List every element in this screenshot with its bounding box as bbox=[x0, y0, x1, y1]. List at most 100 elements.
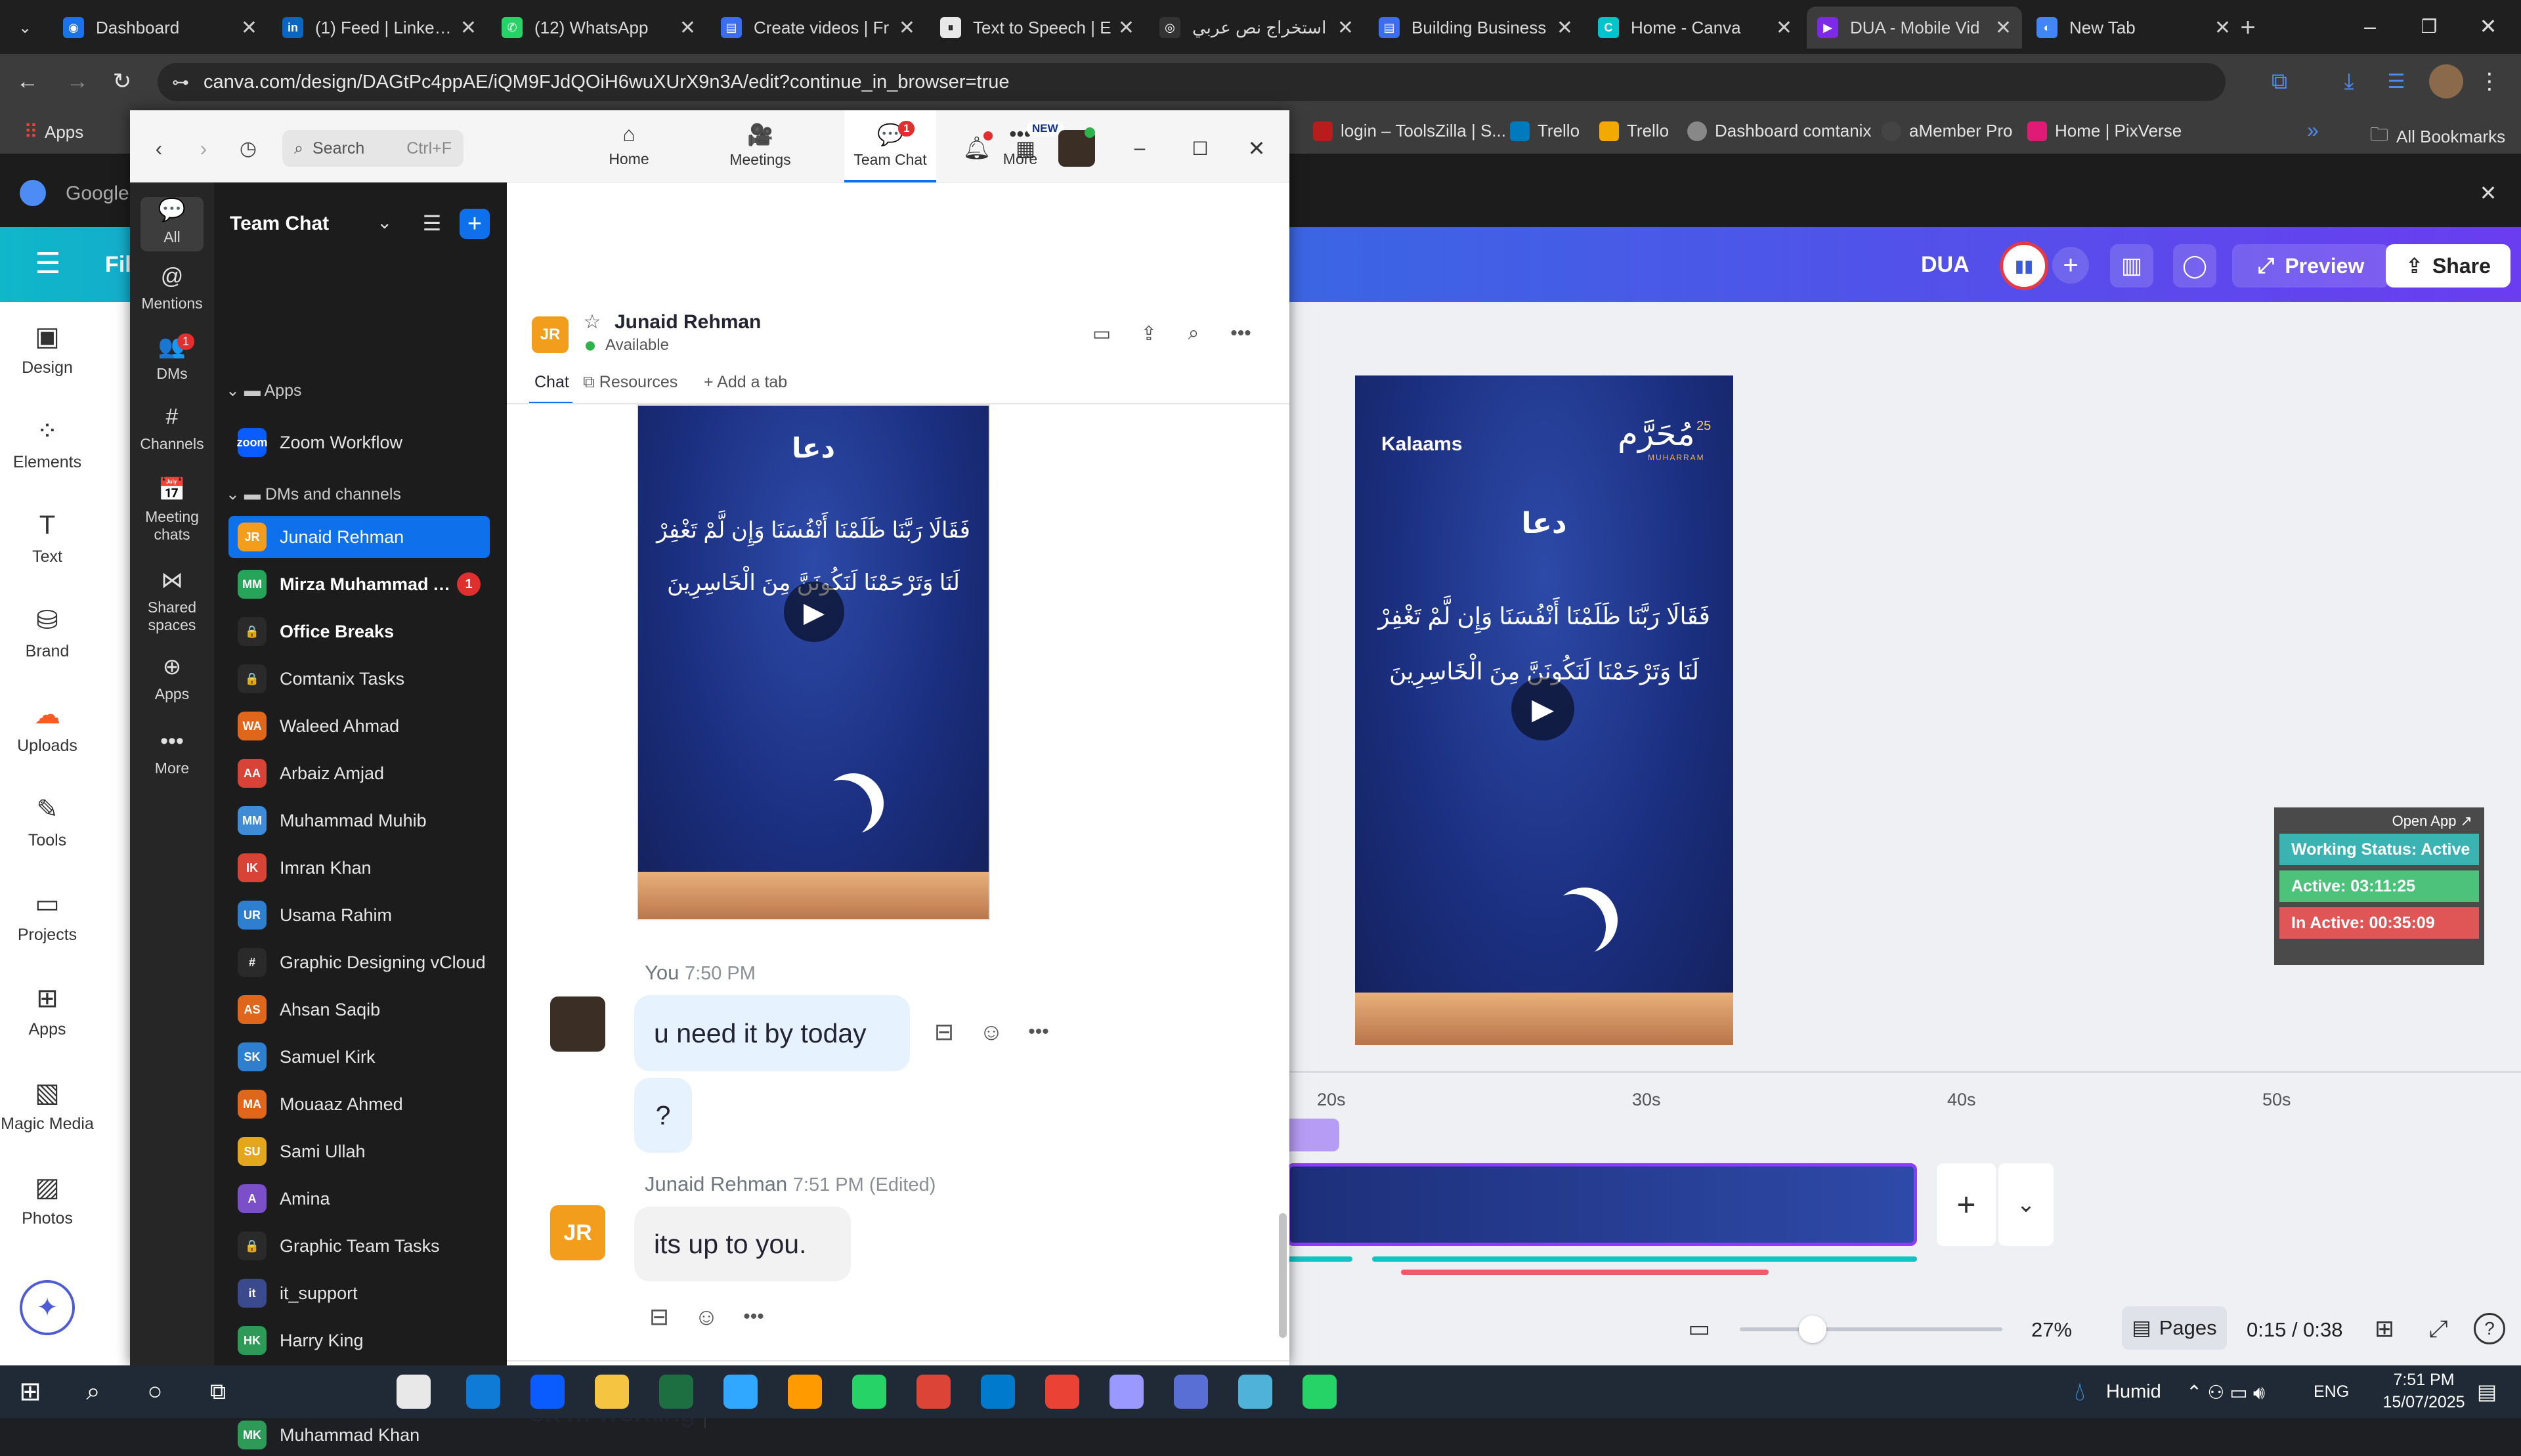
close-tab-icon[interactable]: ✕ bbox=[1776, 16, 1792, 39]
taskbar-app-icon[interactable] bbox=[397, 1375, 431, 1409]
browser-tab-7[interactable]: C Home - Canva ✕ bbox=[1587, 7, 1803, 49]
close-tab-icon[interactable]: ✕ bbox=[1337, 16, 1354, 39]
all-bookmarks[interactable]: 🗀 All Bookmarks bbox=[2370, 121, 2505, 152]
taskbar-app-icon[interactable] bbox=[1238, 1375, 1272, 1409]
back-arrow-icon[interactable]: ‹ bbox=[146, 135, 172, 161]
browser-tab-8[interactable]: ▶ DUA - Mobile Vid ✕ bbox=[1807, 7, 2022, 49]
bookmark-trello-1[interactable]: Trello bbox=[1510, 121, 1580, 141]
chat-item-office-breaks[interactable]: 🔒 Office Breaks bbox=[228, 610, 490, 653]
rail-shared-spaces[interactable]: ⋈ Shared spaces bbox=[130, 567, 214, 634]
bookmark-pixverse[interactable]: Home | PixVerse bbox=[2027, 121, 2182, 141]
chat-item-waleed-ahmad[interactable]: WA Waleed Ahmad bbox=[228, 705, 490, 747]
close-tab-icon[interactable]: ✕ bbox=[1557, 16, 1573, 39]
preview-button[interactable]: ⤢ Preview bbox=[2232, 244, 2390, 288]
address-bar[interactable]: ⊶ canva.com/design/DAGtPc4ppAE/iQM9FJdQO… bbox=[158, 63, 2226, 101]
chat-item-imran-khan[interactable]: IK Imran Khan bbox=[228, 847, 490, 889]
close-tab-icon[interactable]: ✕ bbox=[1995, 16, 2012, 39]
tab-add[interactable]: + Add a tab bbox=[704, 373, 787, 392]
notes-icon[interactable]: ▭ bbox=[1683, 1313, 1715, 1344]
reply-thread-icon[interactable]: ⊟ bbox=[927, 1015, 961, 1049]
canvas-dua-design[interactable]: Kalaams مُحَرَّم 25 MUHARRAM دعا فَقَالَ… bbox=[1355, 375, 1733, 1045]
contact-avatar[interactable]: JR bbox=[532, 316, 569, 353]
canva-panel-design[interactable]: ▣ Design bbox=[0, 322, 95, 377]
file-menu[interactable]: Fil bbox=[105, 252, 131, 278]
timeline-audio-clip[interactable] bbox=[1287, 1119, 1339, 1151]
chat-item-graphic-designing-vcloud[interactable]: # Graphic Designing vCloud bbox=[228, 941, 490, 983]
zoom-maximize-icon[interactable]: ☐ bbox=[1184, 133, 1216, 164]
chat-item-ahsan-saqib[interactable]: AS Ahsan Saqib bbox=[228, 989, 490, 1031]
close-tab-icon[interactable]: ✕ bbox=[460, 16, 477, 39]
back-icon[interactable]: ← bbox=[13, 67, 42, 96]
download-icon[interactable]: ⤓ bbox=[2335, 67, 2363, 96]
chat-item-graphic-team-tasks[interactable]: 🔒 Graphic Team Tasks bbox=[228, 1225, 490, 1267]
taskbar-app-icon[interactable] bbox=[466, 1375, 500, 1409]
favorite-star-icon[interactable]: ☆ bbox=[580, 310, 604, 333]
junaid-avatar[interactable]: JR bbox=[550, 1205, 605, 1260]
chat-item-amina[interactable]: A Amina bbox=[228, 1178, 490, 1220]
add-reaction-icon[interactable]: ☺ bbox=[689, 1300, 723, 1334]
browser-tab-0[interactable]: ◉ Dashboard ✕ bbox=[53, 7, 268, 49]
chat-item-arbaiz-amjad[interactable]: AA Arbaiz Amjad bbox=[228, 752, 490, 794]
calendar-icon[interactable]: ▦ bbox=[1010, 133, 1041, 164]
tab-resources[interactable]: ⧉ Resources bbox=[583, 373, 678, 392]
forward-icon[interactable]: → bbox=[63, 67, 92, 96]
rail-channels[interactable]: # Channels bbox=[130, 404, 214, 453]
rail-mentions[interactable]: @ Mentions bbox=[130, 264, 214, 312]
close-tab-icon[interactable]: ✕ bbox=[679, 16, 696, 39]
search-taskbar-icon[interactable]: ⌕ bbox=[79, 1377, 108, 1406]
cortana-icon[interactable]: ○ bbox=[140, 1377, 169, 1406]
message-more-icon[interactable]: ••• bbox=[737, 1300, 771, 1334]
chat-item-mouaaz-ahmed[interactable]: MA Mouaaz Ahmed bbox=[228, 1083, 490, 1125]
chat-item-muhammad-muhib[interactable]: MM Muhammad Muhib bbox=[228, 800, 490, 842]
browser-tab-3[interactable]: ▤ Create videos | Fr ✕ bbox=[710, 7, 926, 49]
filter-icon[interactable]: ☰ bbox=[416, 207, 448, 239]
timeline-video-clip[interactable] bbox=[1287, 1163, 1917, 1246]
canva-panel-magic-media[interactable]: ▧ Magic Media bbox=[0, 1078, 95, 1134]
zoom-search-box[interactable]: ⌕ Search Ctrl+F bbox=[282, 130, 463, 167]
add-collaborator-icon[interactable]: + bbox=[2052, 247, 2089, 284]
contact-name[interactable]: Junaid Rehman bbox=[614, 311, 761, 333]
taskbar-app-icon[interactable] bbox=[788, 1375, 822, 1409]
zoom-tab-meetings[interactable]: 🎥 Meetings bbox=[714, 110, 806, 182]
share-screen-icon[interactable]: ⇪ bbox=[1134, 319, 1163, 348]
taskbar-app-icon[interactable] bbox=[723, 1375, 758, 1409]
taskbar-app-icon[interactable] bbox=[595, 1375, 629, 1409]
close-tab-icon[interactable]: ✕ bbox=[1118, 16, 1134, 39]
close-window-icon[interactable]: ✕ bbox=[2475, 13, 2501, 39]
comments-icon[interactable]: ◯ bbox=[2173, 244, 2216, 288]
task-view-icon[interactable]: ⧉ bbox=[204, 1377, 232, 1406]
msg1-bubble[interactable]: u need it by today bbox=[634, 995, 910, 1071]
new-chat-button[interactable]: + bbox=[460, 209, 490, 239]
browser-tab-2[interactable]: ✆ (12) WhatsApp ✕ bbox=[491, 7, 706, 49]
list-title-chevron-icon[interactable]: ⌄ bbox=[377, 211, 392, 233]
close-tab-icon[interactable]: ✕ bbox=[241, 16, 257, 39]
tab-chat[interactable]: Chat bbox=[534, 373, 569, 392]
rail-meeting-chats[interactable]: 📅 Meeting chats bbox=[130, 477, 214, 544]
taskbar-app-icon[interactable] bbox=[1110, 1375, 1144, 1409]
insights-icon[interactable]: ▥ bbox=[2110, 244, 2153, 288]
play-button-icon[interactable]: ▶ bbox=[784, 582, 844, 642]
play-button-icon[interactable]: ▶ bbox=[1511, 677, 1574, 740]
zoom-close-icon[interactable]: ✕ bbox=[1241, 133, 1272, 164]
hamburger-menu-icon[interactable]: ☰ bbox=[32, 247, 64, 280]
msg3-bubble[interactable]: its up to you. bbox=[634, 1207, 851, 1281]
video-call-icon[interactable]: ▭ bbox=[1087, 319, 1116, 348]
zoom-slider-handle[interactable] bbox=[1799, 1316, 1826, 1343]
tray-icons[interactable]: ⌃ ⚇ ▭ 🔊︎ bbox=[2186, 1381, 2265, 1404]
grid-view-icon[interactable]: ⊞ bbox=[2369, 1313, 2400, 1344]
close-notice-icon[interactable]: ✕ bbox=[2475, 180, 2501, 206]
zoom-tab-home[interactable]: ⌂ Home bbox=[583, 110, 675, 182]
taskbar-app-icon[interactable] bbox=[530, 1375, 565, 1409]
chat-item-usama-rahim[interactable]: UR Usama Rahim bbox=[228, 894, 490, 936]
chat-item-muhammad-khan[interactable]: MK Muhammad Khan bbox=[228, 1414, 490, 1456]
chat-scrollbar[interactable] bbox=[1279, 1213, 1287, 1338]
reply-thread-icon[interactable]: ⊟ bbox=[642, 1300, 676, 1334]
msg2-bubble[interactable]: ? bbox=[634, 1078, 692, 1153]
notification-center-icon[interactable]: ▤ bbox=[2472, 1377, 2501, 1406]
language-indicator[interactable]: ENG bbox=[2314, 1382, 2349, 1402]
rail-apps[interactable]: ⊕ Apps bbox=[130, 654, 214, 703]
clock-date[interactable]: 15/07/2025 bbox=[2371, 1393, 2476, 1412]
fullscreen-icon[interactable]: ⤢ bbox=[2423, 1313, 2454, 1344]
browser-tab-1[interactable]: in (1) Feed | LinkedIn ✕ bbox=[272, 7, 487, 49]
forward-arrow-icon[interactable]: › bbox=[190, 135, 217, 161]
